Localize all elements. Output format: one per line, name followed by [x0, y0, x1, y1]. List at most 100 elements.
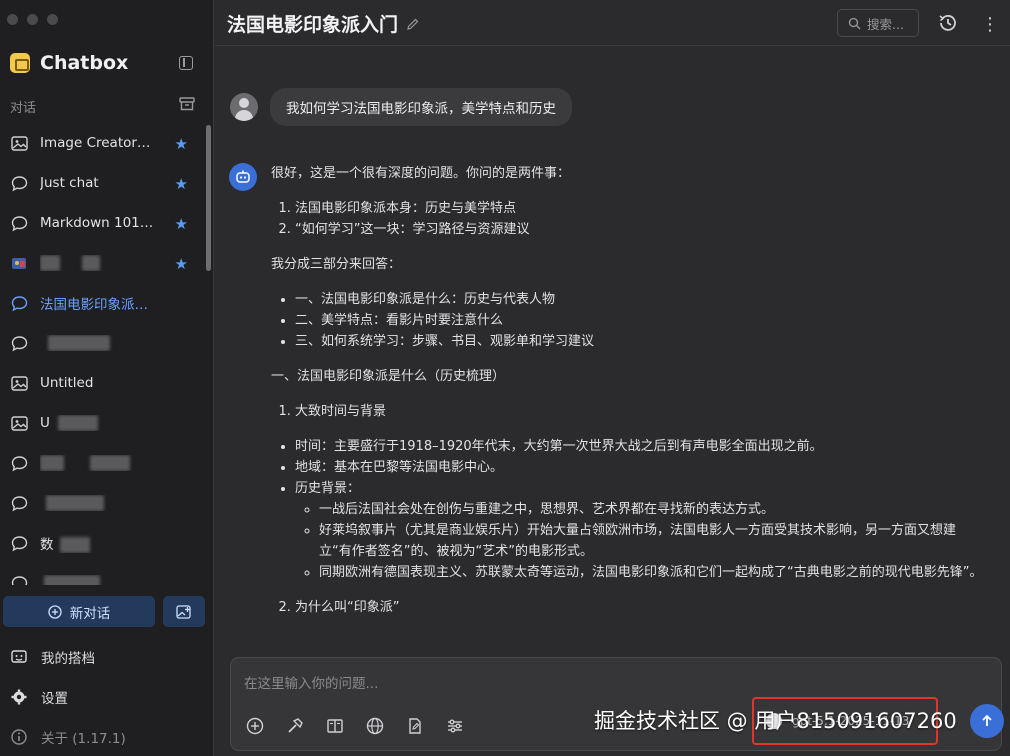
- star-icon[interactable]: ★: [175, 255, 188, 273]
- my-partner-link[interactable]: 我的搭档: [10, 647, 95, 667]
- star-icon[interactable]: ★: [175, 175, 188, 193]
- search-button[interactable]: 搜索...: [837, 9, 919, 37]
- add-attachment-icon[interactable]: [245, 716, 265, 736]
- redacted-text: [46, 495, 104, 511]
- answer-bullet-list: 时间：主要盛行于1918–1920年代末，大约第一次世界大战之后到有声电影全面出…: [271, 436, 986, 583]
- assistant-message: 很好，这是一个很有深度的问题。你问的是两件事： 法国电影印象派本身：历史与美学特…: [271, 163, 986, 658]
- chat-bubble-icon: [10, 454, 28, 472]
- list-item: 二、美学特点：看影片时要注意什么: [295, 310, 986, 331]
- list-item: 同期欧洲有德国表现主义、苏联蒙太奇等运动，法国电影印象派和它们一起构成了“古典电…: [319, 562, 986, 583]
- app-window: Chatbox 对话 Image Creator… ★ Just chat ★ …: [0, 0, 1010, 756]
- redacted-text: [58, 415, 99, 431]
- top-bar: 法国电影印象派入门 搜索... ⋮: [215, 0, 1010, 46]
- user-message-bubble: 我如何学习法国电影印象派，美学特点和历史: [270, 88, 572, 126]
- conversation-item[interactable]: Image Creator… ★: [0, 123, 200, 163]
- conversation-item[interactable]: [0, 443, 200, 483]
- conversation-label-text: U: [40, 415, 50, 431]
- conversation-list: Image Creator… ★ Just chat ★ Markdown 10…: [0, 123, 206, 585]
- redacted-text: [82, 255, 101, 271]
- list-item: 时间：主要盛行于1918–1920年代末，大约第一次世界大战之后到有声电影全面出…: [295, 436, 986, 457]
- conversation-item[interactable]: Markdown 101… ★: [0, 203, 200, 243]
- redacted-text: [48, 335, 110, 351]
- answer-paragraph: 我分成三部分来回答：: [271, 257, 402, 272]
- more-options-icon[interactable]: ⋮: [981, 14, 1000, 35]
- sidebar-scrollbar[interactable]: [206, 125, 211, 271]
- my-partner-label: 我的搭档: [41, 651, 95, 667]
- redacted-text: [90, 455, 131, 471]
- close-window-button[interactable]: [7, 14, 18, 25]
- answer-bullet-list: 一、法国电影印象派是什么：历史与代表人物 二、美学特点：看影片时要注意什么 三、…: [271, 289, 986, 352]
- conversation-item-active[interactable]: 法国电影印象派…: [0, 283, 200, 323]
- answer-heading: 一、法国电影印象派是什么（历史梳理）: [271, 369, 506, 384]
- new-chat-button[interactable]: 新对话: [3, 596, 155, 627]
- chat-bubble-icon: [10, 494, 28, 512]
- star-icon[interactable]: ★: [175, 215, 188, 233]
- redacted-text: [40, 255, 60, 271]
- star-icon[interactable]: ★: [175, 135, 188, 153]
- conversation-item[interactable]: [0, 483, 200, 523]
- settings-sliders-icon[interactable]: [445, 716, 465, 736]
- conversation-item[interactable]: ★: [0, 243, 200, 283]
- message-composer[interactable]: 在这里输入你的问题... gpt-5.1-2025-11-13: [230, 657, 1004, 751]
- conversation-item[interactable]: Untitled: [0, 363, 200, 403]
- conversation-item[interactable]: 数: [0, 523, 200, 563]
- new-chat-label: 新对话: [69, 605, 111, 622]
- hammer-tool-icon[interactable]: [285, 716, 305, 736]
- collapse-sidebar-icon[interactable]: [179, 56, 193, 70]
- search-icon: [848, 17, 861, 29]
- redacted-text: [44, 575, 100, 585]
- conversation-label: [40, 335, 158, 351]
- answer-ordered-list: 大致时间与背景: [271, 401, 986, 422]
- conversation-label: U: [40, 415, 158, 431]
- image-icon: [10, 374, 28, 392]
- settings-label: 设置: [41, 691, 68, 707]
- knowledge-book-icon[interactable]: [325, 716, 345, 736]
- document-edit-icon[interactable]: [405, 716, 425, 736]
- settings-link[interactable]: 设置: [10, 687, 68, 707]
- sidebar: Chatbox 对话 Image Creator… ★ Just chat ★ …: [0, 0, 214, 756]
- image-icon: [10, 134, 28, 152]
- list-item: 好莱坞叙事片（尤其是商业娱乐片）开始大量占领欧洲市场，法国电影人一方面受其技术影…: [319, 520, 986, 562]
- new-image-chat-button[interactable]: [163, 596, 205, 627]
- brand: Chatbox: [10, 52, 128, 74]
- history-icon[interactable]: [937, 12, 959, 34]
- conversation-item[interactable]: Just chat ★: [0, 163, 200, 203]
- chat-bubble-icon: [10, 334, 28, 352]
- conversation-label: Untitled: [40, 375, 94, 391]
- minimize-window-button[interactable]: [27, 14, 38, 25]
- conversation-item[interactable]: [0, 563, 200, 585]
- conversation-label: [40, 495, 158, 511]
- user-message-row: 我如何学习法国电影印象派，美学特点和历史: [230, 88, 572, 126]
- redacted-text: [40, 455, 64, 471]
- conversation-label: [40, 455, 158, 471]
- message-input[interactable]: 在这里输入你的问题...: [244, 672, 378, 692]
- maximize-window-button[interactable]: [47, 14, 58, 25]
- edit-pencil-icon[interactable]: [406, 17, 420, 31]
- image-plus-icon: [176, 604, 191, 619]
- chat-bubble-icon: [10, 214, 28, 232]
- about-link[interactable]: 关于 (1.17.1): [10, 727, 126, 747]
- watermark-text: 掘金技术社区 @ 用户815091607260: [594, 709, 957, 733]
- conversation-title-text: 法国电影印象派入门: [227, 14, 399, 36]
- app-name: Chatbox: [40, 52, 129, 74]
- section-label: 对话: [10, 101, 37, 116]
- list-item: 一战后法国社会处在创伤与重建之中，思想界、艺术界都在寻找新的表达方式。: [319, 499, 986, 520]
- conversation-item[interactable]: [0, 323, 200, 363]
- list-item: “如何学习”这一块：学习路径与资源建议: [295, 219, 986, 240]
- chat-panel: 法国电影印象派入门 搜索... ⋮ 我如何学习法国电影印象派，美学特点和历史 很…: [215, 0, 1010, 756]
- list-item: 历史背景： 一战后法国社会处在创伤与重建之中，思想界、艺术界都在寻找新的表达方式…: [295, 478, 986, 583]
- answer-sub-list: 一战后法国社会处在创伤与重建之中，思想界、艺术界都在寻找新的表达方式。 好莱坞叙…: [295, 499, 986, 583]
- web-search-globe-icon[interactable]: [365, 716, 385, 736]
- list-item-text: 历史背景：: [295, 481, 361, 496]
- send-button[interactable]: [970, 704, 1004, 738]
- answer-paragraph: 很好，这是一个很有深度的问题。你问的是两件事：: [271, 166, 571, 181]
- list-item: 三、如何系统学习：步骤、书目、观影单和学习建议: [295, 331, 986, 352]
- list-item: 一、法国电影印象派是什么：历史与代表人物: [295, 289, 986, 310]
- conversation-title: 法国电影印象派入门: [227, 10, 420, 37]
- conversation-item[interactable]: U: [0, 403, 200, 443]
- list-item: 法国电影印象派本身：历史与美学特点: [295, 198, 986, 219]
- plus-circle-icon: [48, 604, 62, 619]
- list-item: 地域：基本在巴黎等法国电影中心。: [295, 457, 986, 478]
- archive-icon[interactable]: [179, 97, 195, 111]
- send-arrow-icon: [982, 714, 992, 726]
